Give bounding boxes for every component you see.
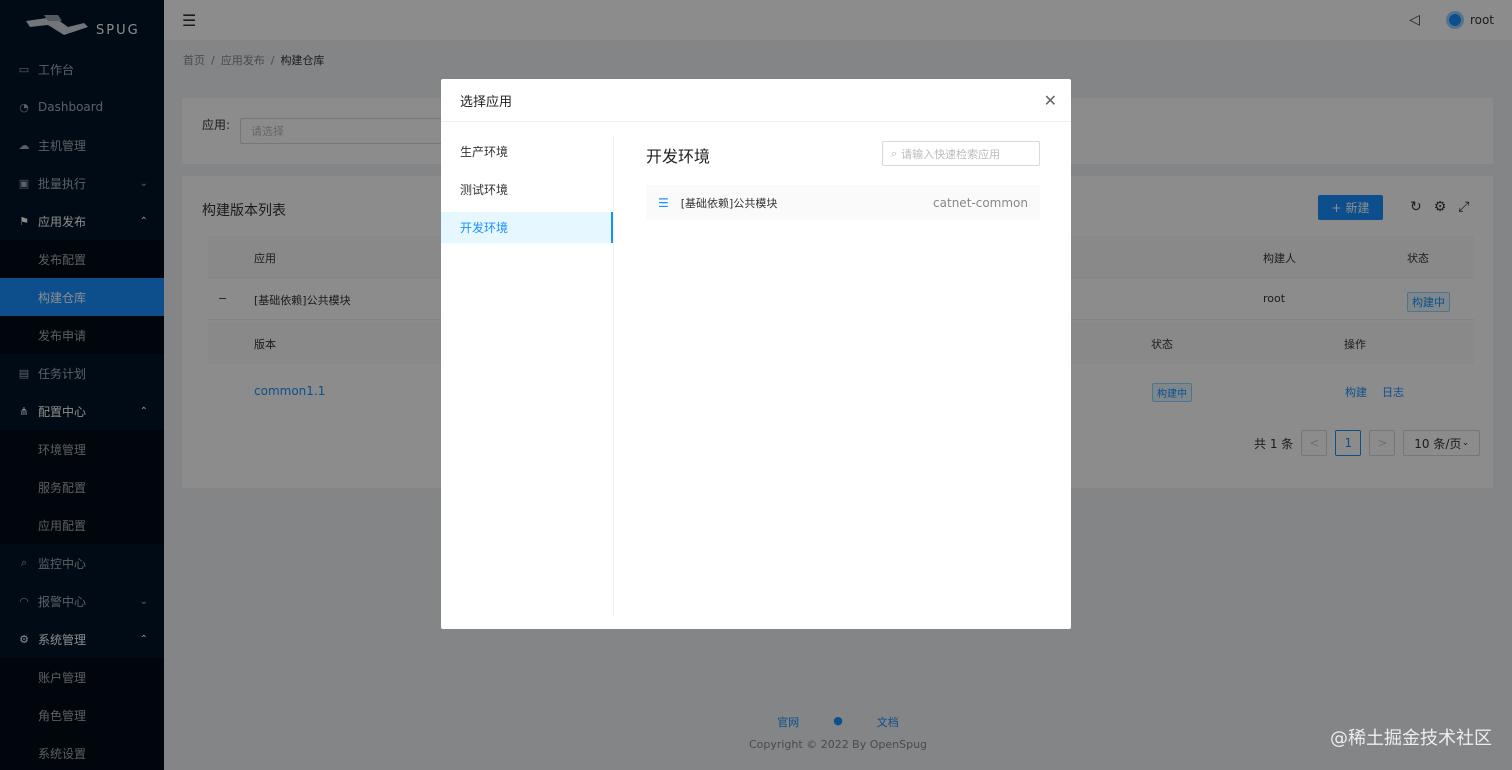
watermark: @稀土掘金技术社区	[1330, 728, 1492, 749]
list-icon: ☰	[658, 195, 669, 210]
select-app-modal: 选择应用 ✕ 生产环境 测试环境 开发环境 开发环境 ⌕ 请输入快速检索应用 ☰…	[441, 79, 1071, 629]
app-name: [基础依赖]公共模块	[680, 196, 778, 210]
app-list-item[interactable]: ☰ [基础依赖]公共模块 catnet-common	[646, 185, 1040, 220]
app-key: catnet-common	[933, 195, 1028, 210]
close-icon[interactable]: ✕	[1044, 91, 1057, 110]
env-item-dev[interactable]: 开发环境	[441, 212, 613, 243]
active-env-title: 开发环境	[646, 147, 711, 166]
search-icon: ⌕	[891, 146, 898, 160]
env-list: 生产环境 测试环境 开发环境	[441, 136, 614, 616]
search-placeholder: 请输入快速检索应用	[901, 147, 1001, 161]
env-item-test[interactable]: 测试环境	[441, 174, 613, 205]
modal-header: 选择应用	[441, 79, 1071, 122]
modal-title: 选择应用	[460, 94, 513, 110]
app-search-input[interactable]: ⌕ 请输入快速检索应用	[882, 141, 1040, 166]
env-item-prod[interactable]: 生产环境	[441, 136, 613, 167]
